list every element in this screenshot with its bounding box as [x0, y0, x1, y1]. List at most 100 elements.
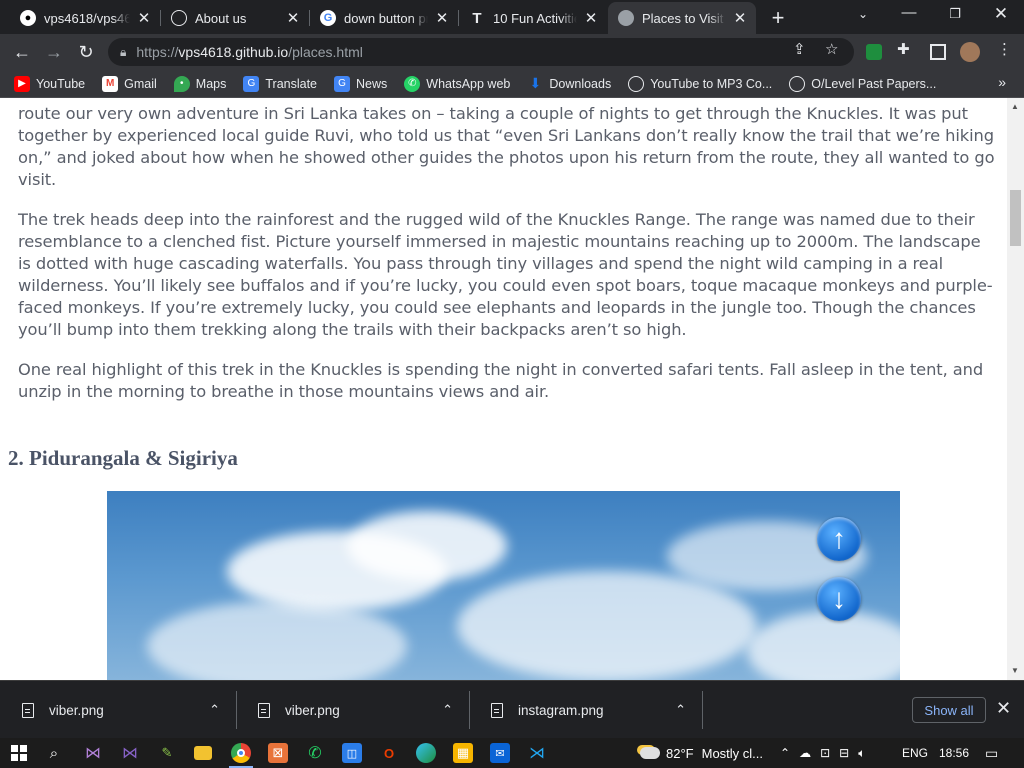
gmail-icon: M [102, 75, 119, 92]
bookmarks-bar: ▶ YouTube M Gmail • Maps G Translate G News ✆… [0, 70, 1024, 98]
bookmarks-overflow-icon[interactable]: » [998, 74, 1006, 90]
visual-studio-icon[interactable]: ⋈ [83, 743, 103, 763]
visual-studio-2-icon[interactable]: ⋈ [120, 743, 140, 763]
translate-icon: G [243, 75, 260, 92]
office-icon[interactable]: O [379, 743, 399, 763]
restore-button[interactable]: ❐ [940, 6, 970, 22]
volume-icon[interactable]: 🔈︎ [858, 746, 865, 761]
close-icon[interactable]: ✕ [732, 9, 748, 27]
chevron-up-icon[interactable]: ⌃ [209, 702, 220, 718]
close-icon[interactable]: ✕ [583, 9, 599, 27]
bookmark-star-icon[interactable]: ☆ [825, 40, 838, 58]
tab-strip: ● vps4618/vps461 ✕ About us ✕ G down but… [0, 0, 1024, 34]
scroll-up-arrow-icon[interactable]: ▲ [1011, 102, 1019, 111]
file-icon [491, 702, 503, 718]
new-tab-button[interactable]: + [766, 5, 790, 31]
download-item[interactable]: viber.png ⌃ [236, 681, 469, 739]
maps-icon: • [173, 75, 190, 92]
close-icon[interactable]: ✕ [285, 9, 301, 27]
file-explorer-icon[interactable] [194, 746, 212, 760]
arrow-up-icon: ↑ [832, 523, 846, 554]
minimize-button[interactable]: — [894, 4, 924, 21]
bookmark-olevel-papers[interactable]: O/Level Past Papers... [789, 75, 936, 92]
download-item[interactable]: instagram.png ⌃ [469, 681, 702, 739]
youtube-icon: ▶ [14, 75, 30, 92]
browser-toolbar: ← → ↻ 🔒︎ https://vps4618.github.io/place… [0, 34, 1024, 70]
app-icon[interactable]: ◫ [342, 743, 362, 763]
github-icon: ● [20, 10, 36, 26]
tab-google-search[interactable]: G down button pr ✕ [310, 4, 458, 32]
file-icon [258, 702, 270, 718]
bookmark-maps[interactable]: • Maps [173, 75, 226, 92]
bookmark-translate[interactable]: G Translate [243, 75, 317, 92]
show-all-downloads-button[interactable]: Show all [912, 697, 986, 723]
tab-search-icon[interactable]: ⌄ [848, 7, 878, 21]
globe-icon [628, 75, 645, 92]
weather-temperature: 82°F [666, 745, 694, 761]
network-icon[interactable]: ☁ [799, 746, 811, 760]
store-icon[interactable]: ▦ [453, 743, 473, 763]
window-close-button[interactable]: ✕ [986, 4, 1016, 24]
google-icon: G [320, 10, 336, 26]
news-icon: G [334, 75, 351, 92]
scroll-up-button[interactable]: ↑ [817, 517, 861, 561]
app-icon[interactable]: ⊠ [268, 743, 288, 763]
tab-fun-activities[interactable]: T 10 Fun Activitie ✕ [459, 4, 607, 32]
language-indicator[interactable]: ENG [902, 738, 928, 768]
chevron-up-icon[interactable]: ⌃ [442, 702, 453, 718]
display-icon[interactable]: ⊟ [839, 746, 849, 760]
close-icon[interactable]: ✕ [434, 9, 450, 27]
forward-button[interactable]: → [43, 41, 65, 63]
download-filename: instagram.png [518, 702, 604, 718]
device-icon[interactable]: ⊡ [820, 746, 830, 760]
notification-icon[interactable]: ▭ [985, 738, 998, 768]
bookmark-news[interactable]: G News [334, 75, 387, 92]
bookmark-gmail[interactable]: M Gmail [102, 75, 157, 92]
chrome-icon[interactable] [231, 743, 251, 763]
windows-start-icon[interactable] [9, 743, 29, 763]
page-scrollbar[interactable]: ▲ ▼ [1007, 98, 1024, 680]
tab-about-us[interactable]: About us ✕ [161, 4, 309, 32]
side-panel-icon[interactable] [930, 44, 946, 60]
reload-button[interactable]: ↻ [75, 41, 97, 63]
tab-github[interactable]: ● vps4618/vps461 ✕ [10, 4, 160, 32]
scroll-down-button[interactable]: ↓ [817, 577, 861, 621]
edge-icon[interactable] [416, 743, 436, 763]
search-icon[interactable]: ⌕ [44, 743, 64, 763]
close-download-shelf-icon[interactable]: ✕ [996, 698, 1011, 719]
download-item[interactable]: viber.png ⌃ [0, 681, 236, 739]
sigiriya-hero-image [107, 491, 900, 680]
back-button[interactable]: ← [11, 41, 33, 63]
extensions-puzzle-icon[interactable]: ✚ [897, 40, 910, 58]
share-icon[interactable]: ⇪ [793, 40, 806, 58]
tab-title: vps4618/vps461 [44, 10, 130, 26]
bookmark-youtube-mp3[interactable]: YouTube to MP3 Co... [628, 75, 772, 92]
divider [702, 691, 703, 729]
chevron-up-icon[interactable]: ⌃ [675, 702, 686, 718]
t-icon: T [472, 9, 482, 27]
profile-avatar[interactable] [960, 42, 980, 62]
extension-icon[interactable] [866, 44, 882, 60]
bookmark-downloads[interactable]: ⬇ Downloads [527, 75, 611, 92]
clock[interactable]: 18:56 [939, 738, 969, 768]
download-icon: ⬇ [529, 75, 542, 91]
scrollbar-thumb[interactable] [1010, 190, 1021, 246]
weather-widget[interactable]: 82°F Mostly cl... [640, 738, 763, 768]
tab-title: down button pr [344, 10, 428, 26]
chevron-up-icon[interactable]: ⌃ [780, 746, 790, 760]
vscode-icon[interactable]: ⋊ [527, 743, 547, 763]
tool-icon[interactable]: ✎ [157, 743, 177, 763]
address-bar[interactable]: 🔒︎ https://vps4618.github.io/places.html [108, 38, 854, 66]
arrow-down-icon: ↓ [832, 583, 846, 614]
whatsapp-icon[interactable]: ✆ [305, 743, 325, 763]
bookmark-whatsapp[interactable]: ✆ WhatsApp web [404, 75, 510, 92]
close-icon[interactable]: ✕ [136, 9, 152, 27]
system-tray: ⌃ ☁ ⊡ ⊟ 🔈︎ [780, 738, 875, 768]
menu-kebab-icon[interactable]: ⋮ [997, 40, 1012, 58]
mail-icon[interactable]: ✉ [490, 743, 510, 763]
section-heading: 2. Pidurangala & Sigiriya [8, 446, 238, 470]
bookmark-youtube[interactable]: ▶ YouTube [14, 75, 85, 92]
scroll-down-arrow-icon[interactable]: ▼ [1011, 666, 1019, 675]
lock-icon[interactable]: 🔒︎ [120, 45, 126, 60]
tab-places-to-visit[interactable]: Places to Visit fo ✕ [608, 2, 756, 34]
